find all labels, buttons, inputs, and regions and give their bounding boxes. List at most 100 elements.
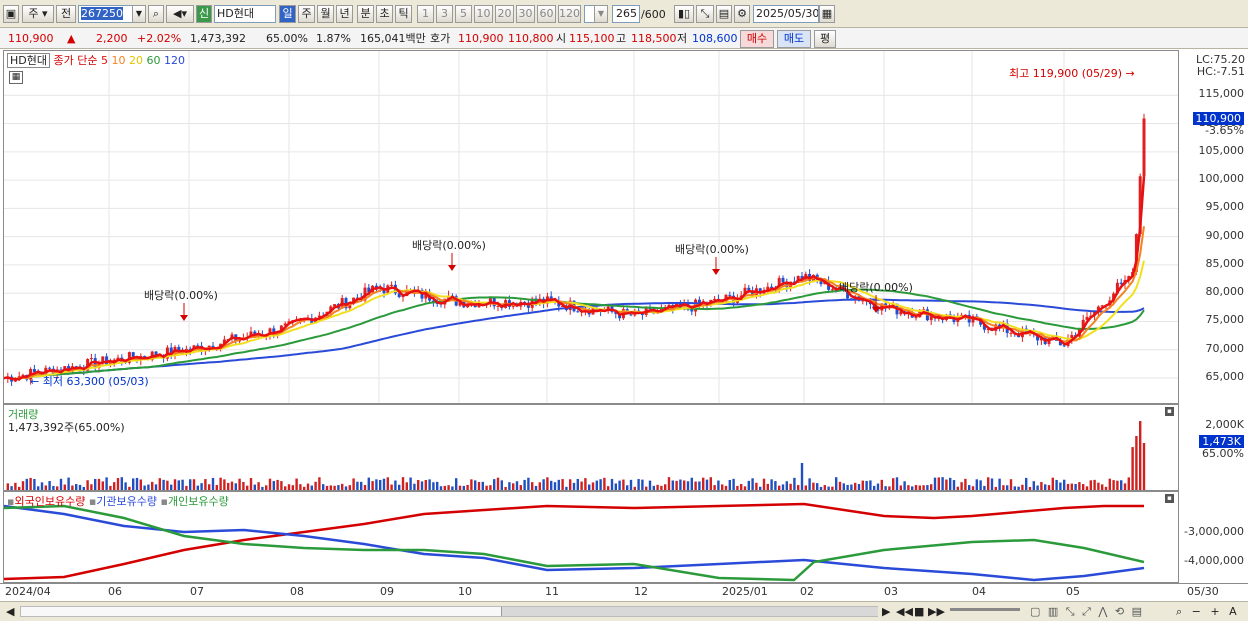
foreign-legend: 외국인보유수량 xyxy=(14,495,86,508)
window-icon[interactable]: ▣ xyxy=(3,5,19,23)
calendar-icon[interactable]: ▦ xyxy=(819,5,835,23)
interval-10[interactable]: 10 xyxy=(474,5,493,23)
volume-bar xyxy=(964,478,967,490)
volume-bar xyxy=(223,479,226,490)
play-icon[interactable]: ▶ xyxy=(882,605,890,619)
volume-bar xyxy=(629,479,633,490)
tab-day[interactable]: 일 xyxy=(279,5,296,23)
volume-bar xyxy=(59,478,63,490)
period-unit-select[interactable]: 주 ▾ xyxy=(22,5,54,23)
price-legend: HD현대 종가 단순 5 10 20 60 120 xyxy=(7,53,185,68)
forward-icon[interactable]: ▶▶ xyxy=(928,605,945,619)
code-dropdown-icon[interactable]: ▼ xyxy=(132,5,146,23)
volume-bar xyxy=(189,479,192,490)
volume-bar xyxy=(238,478,241,490)
interval-20[interactable]: 20 xyxy=(495,5,514,23)
volume-bar xyxy=(1116,480,1119,490)
buy-button[interactable]: 매수 xyxy=(740,30,774,48)
volume-bar xyxy=(6,483,9,490)
count-input[interactable]: 265 xyxy=(612,5,640,23)
stop-icon[interactable]: ■ xyxy=(914,605,924,619)
tab-second[interactable]: 초 xyxy=(376,5,393,23)
volume-bar xyxy=(1066,483,1070,490)
interval-1[interactable]: 1 xyxy=(417,5,434,23)
volume-bar xyxy=(599,479,602,490)
volume-bar xyxy=(694,481,697,490)
volume-bar xyxy=(557,479,560,490)
volume-bar xyxy=(105,477,108,490)
volume-bar xyxy=(496,477,500,490)
tab-week[interactable]: 주 xyxy=(298,5,315,23)
volume-bar xyxy=(166,480,169,490)
volume-bar xyxy=(854,482,857,490)
volume-bar xyxy=(793,477,796,490)
volume-bar xyxy=(1070,483,1073,490)
zoom-controls-icons[interactable]: ⌕ − + A xyxy=(1176,605,1240,619)
table-icon[interactable]: ▦ xyxy=(9,71,23,84)
prev-button[interactable]: 전 xyxy=(56,5,76,23)
price-change-pct: +2.02% xyxy=(137,32,182,45)
speaker-icon[interactable]: ◀▾ xyxy=(166,5,194,23)
tab-year[interactable]: 년 xyxy=(336,5,353,23)
volume-bar xyxy=(732,478,735,490)
stock-name-field[interactable]: HD현대 xyxy=(214,5,276,23)
volume-bar xyxy=(40,482,44,490)
volume-bar xyxy=(637,479,640,490)
volume-bar xyxy=(1074,483,1077,490)
interval-3[interactable]: 3 xyxy=(436,5,453,23)
volume-bar xyxy=(113,482,116,490)
date-input[interactable]: 2025/05/30 xyxy=(753,5,819,23)
volume-bar xyxy=(1044,484,1047,490)
holdings-close-icon[interactable]: ▪ xyxy=(1165,494,1174,503)
interval-60[interactable]: 60 xyxy=(537,5,556,23)
tab-tick[interactable]: 틱 xyxy=(395,5,412,23)
holdings-axis: -3,000,000 -4,000,000 xyxy=(1179,491,1248,583)
volume-bar xyxy=(508,482,511,490)
volume-bar xyxy=(356,481,359,490)
eval-button[interactable]: 평 xyxy=(814,30,836,48)
x-axis-label: 08 xyxy=(290,585,304,598)
search-icon[interactable]: ⌕ xyxy=(148,5,164,23)
interval-120[interactable]: 120 xyxy=(558,5,581,23)
candle-type-icon[interactable]: ▮▯ xyxy=(674,5,694,23)
volume-bar xyxy=(208,484,211,490)
sell-button[interactable]: 매도 xyxy=(777,30,811,48)
zoom-slider[interactable] xyxy=(950,608,1020,611)
draw-tool-icon[interactable]: ⤡ xyxy=(696,5,714,23)
volume-bar xyxy=(945,479,948,490)
x-axis-label: 10 xyxy=(458,585,472,598)
candle-body xyxy=(1009,332,1013,334)
holdings-pane[interactable]: ▪외국인보유수량 ▪기관보유수량 ▪개인보유수량 ▪ xyxy=(3,491,1179,583)
scroll-thumb[interactable] xyxy=(501,607,878,616)
x-axis-label: 2024/04 xyxy=(5,585,51,598)
volume-bar xyxy=(481,481,484,490)
interval-30[interactable]: 30 xyxy=(516,5,535,23)
volume-bar xyxy=(580,481,583,490)
open-label: 시 xyxy=(556,32,567,45)
volume-bar xyxy=(272,481,275,490)
price-chart-pane[interactable]: 최고 119,900 (05/29) → ← 최저 63,300 (05/03) 배… xyxy=(3,50,1179,404)
tab-minute[interactable]: 분 xyxy=(357,5,374,23)
x-axis-label: 05 xyxy=(1066,585,1080,598)
volume-bar xyxy=(299,484,302,490)
gear-icon[interactable]: ⚙ xyxy=(734,5,750,23)
save-icon[interactable]: ▤ xyxy=(716,5,732,23)
rewind-icon[interactable]: ◀◀ xyxy=(896,605,913,619)
scroll-left-icon[interactable]: ◀ xyxy=(6,605,14,619)
volume-bar xyxy=(1127,477,1130,490)
volume-bar xyxy=(1025,477,1028,490)
ma120-legend: 120 xyxy=(163,54,185,67)
interval-5[interactable]: 5 xyxy=(455,5,472,23)
volume-bar xyxy=(1089,480,1092,490)
volume-pane[interactable]: 거래량 1,473,392주(65.00%) ▪ xyxy=(3,404,1179,491)
volume-bar xyxy=(755,482,758,490)
volume-bar xyxy=(800,463,804,490)
volume-close-icon[interactable]: ▪ xyxy=(1165,407,1174,416)
tab-month[interactable]: 월 xyxy=(317,5,334,23)
volume-bar xyxy=(728,480,731,490)
x-axis-label: 12 xyxy=(634,585,648,598)
chart-tools-icons[interactable]: ▢ ▥ ⤡ ⤢ ⋀ ⟲ ▤ xyxy=(1030,605,1144,619)
horizontal-scrollbar[interactable] xyxy=(20,606,878,617)
volume-bar xyxy=(960,482,963,490)
interval-dropdown-icon[interactable]: ▼ xyxy=(594,5,608,23)
